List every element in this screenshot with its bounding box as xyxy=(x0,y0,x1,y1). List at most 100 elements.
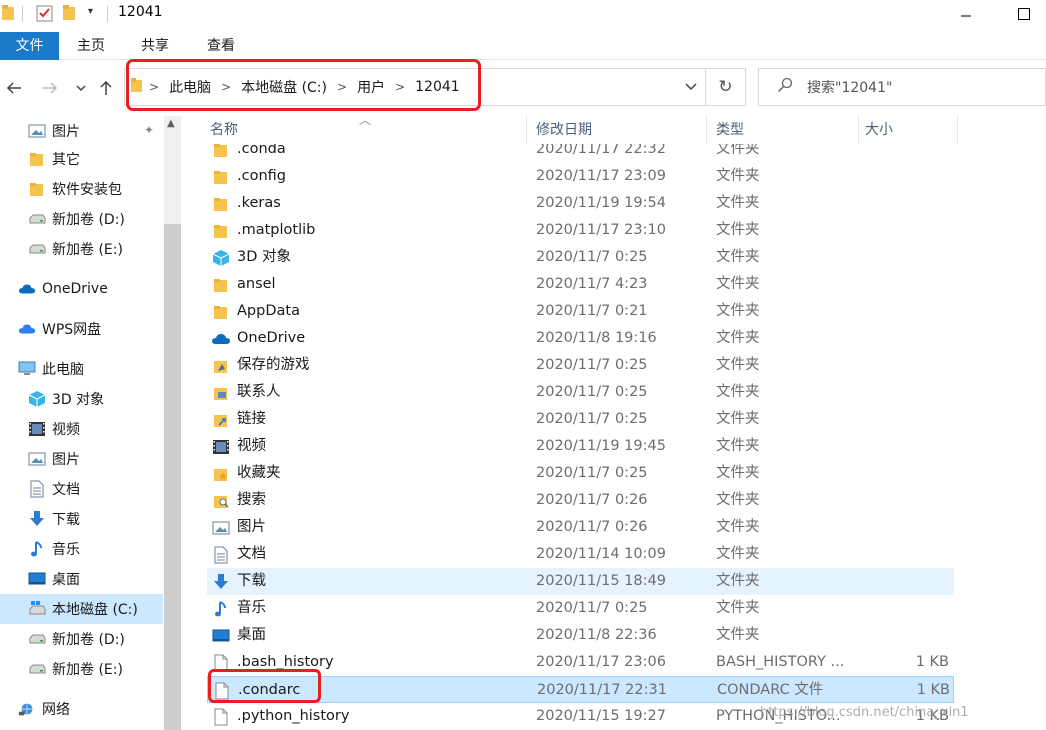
sidebar-item[interactable]: 新加卷 (E:) xyxy=(0,654,163,684)
sidebar-item-label: 新加卷 (D:) xyxy=(52,212,125,228)
sidebar-item-label: 网络 xyxy=(42,702,70,718)
column-type[interactable]: 类型 xyxy=(707,116,857,144)
new-folder-icon[interactable] xyxy=(62,4,78,22)
file-type: 文件夹 xyxy=(716,438,760,454)
sidebar-item[interactable]: 此电脑 xyxy=(0,354,163,384)
breadcrumb-this-pc[interactable]: 此电脑 xyxy=(165,77,215,97)
sidebar-item[interactable]: 新加卷 (E:) xyxy=(0,234,163,264)
breadcrumb-users[interactable]: 用户 xyxy=(353,77,389,97)
sidebar-item[interactable]: 文档 xyxy=(0,474,163,504)
forward-icon[interactable] xyxy=(40,78,60,98)
back-icon[interactable] xyxy=(4,78,24,98)
sidebar-item[interactable]: 3D 对象 xyxy=(0,384,163,414)
sidebar-item[interactable]: 软件安装包 xyxy=(0,174,163,204)
file-row[interactable]: 联系人 2020/11/7 0:25 文件夹 xyxy=(207,379,954,406)
file-type: 文件夹 xyxy=(716,168,760,184)
chevron-right-icon[interactable]: > xyxy=(389,80,411,94)
file-row[interactable]: 桌面 2020/11/8 22:36 文件夹 xyxy=(207,622,954,649)
file-name: AppData xyxy=(237,303,300,319)
network-icon xyxy=(18,700,36,718)
sidebar-item-label: 图片 xyxy=(52,452,80,468)
tab-view[interactable]: 查看 xyxy=(195,32,247,60)
file-row[interactable]: OneDrive 2020/11/8 19:16 文件夹 xyxy=(207,325,954,352)
tab-share[interactable]: 共享 xyxy=(130,32,180,60)
file-date: 2020/11/17 23:10 xyxy=(536,222,666,238)
sidebar-item[interactable]: 图片 xyxy=(0,444,163,474)
file-row[interactable]: ansel 2020/11/7 4:23 文件夹 xyxy=(207,271,954,298)
column-size[interactable]: 大小 xyxy=(856,116,956,144)
tab-home[interactable]: 主页 xyxy=(66,32,116,60)
search-box[interactable]: 搜索"12041" xyxy=(758,68,1046,106)
sidebar-item[interactable]: 网络 xyxy=(0,694,163,724)
sidebar-item[interactable]: 视频 xyxy=(0,414,163,444)
music-icon xyxy=(211,595,231,622)
sidebar-item[interactable]: 本地磁盘 (C:) xyxy=(0,594,163,624)
file-row[interactable]: .condarc 2020/11/17 22:31 CONDARC 文件 1 KB xyxy=(207,676,954,703)
file-date: 2020/11/7 0:26 xyxy=(536,492,648,508)
file-row[interactable]: 收藏夹 2020/11/7 0:25 文件夹 xyxy=(207,460,954,487)
folder-icon[interactable] xyxy=(2,4,16,22)
breadcrumb-local-disk[interactable]: 本地磁盘 (C:) xyxy=(237,77,331,97)
file-type: 文件夹 xyxy=(716,276,760,292)
up-icon[interactable] xyxy=(96,78,116,98)
chevron-right-icon[interactable]: > xyxy=(215,80,237,94)
file-row[interactable]: 文档 2020/11/14 10:09 文件夹 xyxy=(207,541,954,568)
file-size: 1 KB xyxy=(915,654,949,670)
file-row[interactable]: .keras 2020/11/19 19:54 文件夹 xyxy=(207,190,954,217)
search-placeholder[interactable]: 搜索"12041" xyxy=(807,77,892,97)
file-row[interactable]: 音乐 2020/11/7 0:25 文件夹 xyxy=(207,595,954,622)
desktop-icon xyxy=(28,570,46,588)
file-date: 2020/11/7 0:25 xyxy=(536,249,648,265)
column-date[interactable]: 修改日期 xyxy=(527,116,707,144)
recent-locations-icon[interactable] xyxy=(71,78,91,98)
file-row[interactable]: 下载 2020/11/15 18:49 文件夹 xyxy=(207,568,954,595)
file-row[interactable]: .matplotlib 2020/11/17 23:10 文件夹 xyxy=(207,217,954,244)
file-row[interactable]: AppData 2020/11/7 0:21 文件夹 xyxy=(207,298,954,325)
sidebar-item[interactable]: 音乐 xyxy=(0,534,163,564)
column-name[interactable]: 名称 xyxy=(201,116,521,144)
file-row[interactable]: 3D 对象 2020/11/7 0:25 文件夹 xyxy=(207,244,954,271)
sidebar-item[interactable]: 新加卷 (D:) xyxy=(0,204,163,234)
chevron-right-icon[interactable]: > xyxy=(143,80,165,94)
file-date: 2020/11/7 0:25 xyxy=(536,600,648,616)
sidebar-item[interactable]: 新加卷 (D:) xyxy=(0,624,163,654)
sidebar-item[interactable]: WPS网盘 xyxy=(0,314,163,344)
downloads-icon xyxy=(211,568,231,595)
qa-separator xyxy=(22,6,23,22)
file-type: CONDARC 文件 xyxy=(717,682,824,698)
tab-file[interactable]: 文件 xyxy=(0,32,59,60)
sidebar-item-label: 新加卷 (D:) xyxy=(52,632,125,648)
address-bar[interactable]: > 此电脑 > 本地磁盘 (C:) > 用户 > 12041 xyxy=(124,68,706,106)
file-row[interactable]: .config 2020/11/17 23:09 文件夹 xyxy=(207,163,954,190)
breadcrumb-current[interactable]: 12041 xyxy=(411,79,464,95)
file-row[interactable]: 视频 2020/11/19 19:45 文件夹 xyxy=(207,433,954,460)
minimize-icon[interactable] xyxy=(944,0,988,28)
refresh-icon[interactable]: ↻ xyxy=(706,68,746,106)
file-type: 文件夹 xyxy=(716,222,760,238)
file-row[interactable]: 图片 2020/11/7 0:26 文件夹 xyxy=(207,514,954,541)
file-type: 文件夹 xyxy=(716,492,760,508)
file-row[interactable]: 保存的游戏 2020/11/7 0:25 文件夹 xyxy=(207,352,954,379)
scrollbar-thumb[interactable] xyxy=(164,224,181,730)
sidebar-item[interactable]: 图片 xyxy=(0,116,163,146)
file-name: 收藏夹 xyxy=(237,465,281,481)
sidebar-item[interactable]: 下载 xyxy=(0,504,163,534)
file-row[interactable]: .bash_history 2020/11/17 23:06 BASH_HISTOR… xyxy=(207,649,954,676)
file-date: 2020/11/17 23:06 xyxy=(536,654,666,670)
properties-icon[interactable] xyxy=(36,4,54,22)
sidebar-item-label: 图片 xyxy=(52,124,80,140)
sidebar-item[interactable]: 桌面 xyxy=(0,564,163,594)
quick-access-dropdown-icon[interactable]: ▾ xyxy=(88,6,93,24)
file-row[interactable]: 链接 2020/11/7 0:25 文件夹 xyxy=(207,406,954,433)
scroll-up-icon[interactable]: ▲ xyxy=(167,118,175,129)
file-row[interactable]: 搜索 2020/11/7 0:26 文件夹 xyxy=(207,487,954,514)
file-type: 文件夹 xyxy=(716,465,760,481)
chevron-right-icon[interactable]: > xyxy=(331,80,353,94)
address-dropdown-icon[interactable] xyxy=(676,68,706,106)
maximize-icon[interactable] xyxy=(1002,0,1046,28)
navigation-scrollbar[interactable]: ▲ xyxy=(164,116,181,730)
file-name: .bash_history xyxy=(237,654,334,670)
sidebar-item[interactable]: 其它 xyxy=(0,144,163,174)
sidebar-item[interactable]: OneDrive xyxy=(0,274,163,304)
file-size xyxy=(857,406,949,433)
